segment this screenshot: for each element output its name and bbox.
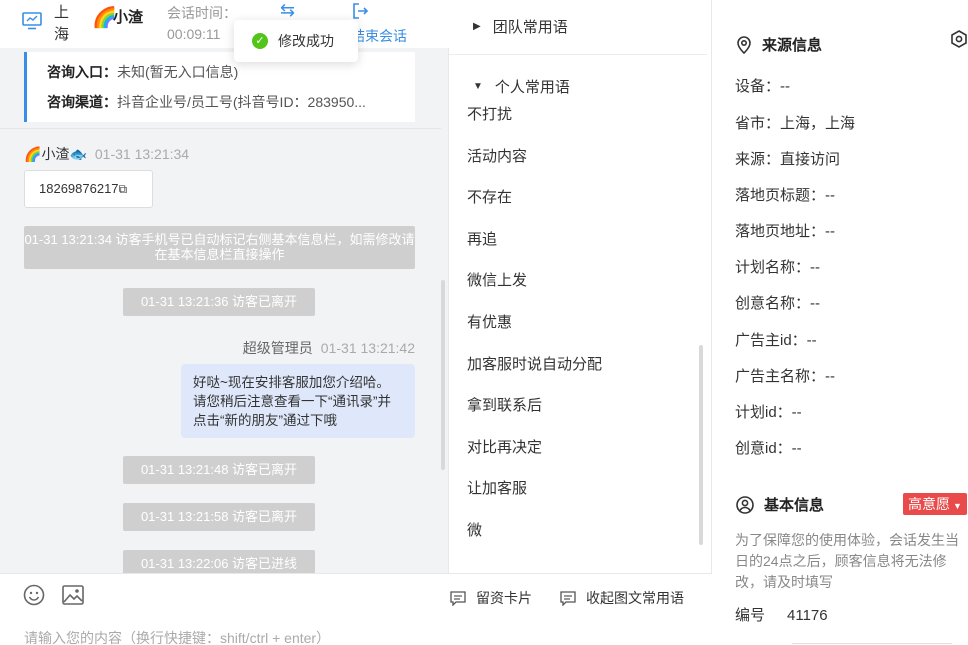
agent-name: 超级管理员: [242, 340, 313, 356]
landing-title-field: 落地页标题：--: [735, 187, 835, 204]
phone-message[interactable]: 18269876217⧉: [24, 170, 153, 208]
phrase-item[interactable]: 不打扰: [467, 103, 512, 124]
copy-icon[interactable]: ⧉: [119, 182, 128, 196]
visitor-name: 小渣: [113, 9, 144, 26]
basic-info-title: 基本信息: [764, 497, 825, 514]
caret-right-icon: ▶: [473, 21, 481, 32]
id-row: 编号 41176: [735, 604, 828, 625]
advertiser-id-field: 广告主id：--: [735, 332, 817, 349]
phrase-item[interactable]: 不存在: [467, 186, 512, 207]
rainbow-avatar-icon: 🌈: [24, 146, 42, 162]
plan-id-field: 计划id：--: [735, 404, 802, 421]
toast-message: 修改成功: [278, 33, 334, 49]
divider: [792, 643, 952, 644]
lead-card-button[interactable]: 留资卡片: [450, 588, 532, 608]
phrase-item[interactable]: 活动内容: [467, 145, 527, 166]
location-pin-icon: [737, 35, 751, 54]
edit-notice: 为了保障您的使用体验，会话发生当日的24点之后，顾客信息将无法修改，请及时填写: [735, 532, 959, 590]
landing-url-field: 落地页地址：--: [735, 223, 835, 240]
monitor-icon: [22, 12, 42, 30]
phrase-item[interactable]: 微信上发: [467, 269, 527, 290]
phrase-item[interactable]: 拿到联系后: [467, 394, 542, 415]
visitor-message-time: 01-31 13:21:34: [94, 146, 190, 162]
visitor-message-name: 小渣: [41, 146, 70, 162]
channel-label: 咨询渠道：: [47, 94, 117, 110]
phrase-item[interactable]: 微: [467, 519, 482, 540]
collapse-phrases-button[interactable]: 收起图文常用语: [560, 588, 684, 608]
source-info-header: 来源信息: [736, 34, 822, 55]
team-phrases-group[interactable]: ▶ 团队常用语: [473, 16, 568, 37]
event-message: 01-31 13:22:06 访客已进线: [123, 550, 315, 573]
entry-row: 咨询入口：未知(暂无入口信息): [47, 62, 238, 82]
personal-phrases-group[interactable]: ▼ 个人常用语: [473, 76, 570, 97]
event-message: 01-31 13:21:36 访客已离开: [123, 288, 315, 316]
system-notice: 01-31 13:21:34 访客手机号已自动标记右侧基本信息栏，如需修改请在基…: [24, 226, 415, 269]
intent-dropdown[interactable]: 高意愿 ▼: [903, 493, 967, 515]
plan-name-field: 计划名称：--: [735, 259, 820, 276]
phrase-item[interactable]: 有优惠: [467, 311, 512, 332]
agent-message-time: 01-31 13:21:42: [320, 340, 415, 356]
phrase-item[interactable]: 对比再决定: [467, 436, 542, 457]
message-list[interactable]: 🌈小渣🐟 01-31 13:21:34 18269876217⧉ 01-31 13…: [0, 130, 441, 573]
check-circle-icon: ✓: [252, 33, 268, 49]
lead-card-label: 留资卡片: [476, 590, 532, 606]
intent-value: 高意愿: [908, 496, 950, 512]
id-value: 41176: [787, 607, 828, 624]
visitor-message-meta: 🌈小渣🐟 01-31 13:21:34: [24, 144, 189, 164]
divider: [0, 128, 441, 129]
settings-icon[interactable]: [950, 30, 968, 48]
success-toast: ✓ 修改成功: [234, 20, 358, 62]
visitor-info-panel: 来源信息 设备：-- 省市：上海，上海 来源：直接访问 落地页标题：-- 落地页…: [712, 0, 968, 645]
agent-message: 好哒~现在安排客服加您介绍哈。请您稍后注意查看一下“通讯录”并点击“新的朋友”通…: [181, 364, 415, 438]
event-message: 01-31 13:21:58 访客已离开: [123, 503, 315, 531]
entry-value: 未知(暂无入口信息): [117, 64, 239, 80]
message-input-area: 留资卡片 收起图文常用语 请输入您的内容（换行快捷键：shift/ctrl + …: [0, 573, 712, 645]
user-circle-icon: [736, 495, 754, 514]
channel-value: 抖音企业号/员工号(抖音号ID：283950...: [117, 94, 366, 110]
caret-down-icon: ▼: [473, 81, 483, 92]
session-time: 00:09:11: [167, 26, 221, 42]
phone-number: 18269876217: [39, 181, 119, 196]
message-card-icon: [450, 590, 466, 606]
collapse-phrases-label: 收起图文常用语: [586, 590, 684, 606]
personal-phrases-label: 个人常用语: [494, 79, 570, 96]
phrases-scrollbar[interactable]: [699, 345, 703, 545]
message-input[interactable]: 请输入您的内容（换行快捷键：shift/ctrl + enter）: [24, 628, 330, 645]
emoji-icon[interactable]: [23, 584, 45, 606]
phrase-item[interactable]: 加客服时说自动分配: [467, 353, 602, 374]
phrase-item[interactable]: 让加客服: [467, 477, 527, 498]
phrases-panel: ▶ 团队常用语 ▼ 个人常用语 不打扰 活动内容 不存在 再追 微信上发 有优惠 加…: [449, 0, 712, 573]
event-message: 01-31 13:21:48 访客已离开: [123, 456, 315, 484]
chat-panel: 上海 🌈 小渣 会话时间： 00:09:11 ⇆ 结束会话 ✓ 修改成功 咨询入…: [0, 0, 449, 645]
phrase-item[interactable]: 再追: [467, 228, 497, 249]
creative-id-field: 创意id：--: [735, 440, 802, 457]
consult-info-card: 咨询入口：未知(暂无入口信息) 咨询渠道：抖音企业号/员工号(抖音号ID：283…: [24, 52, 415, 122]
basic-info-header: 基本信息: [736, 494, 824, 515]
caret-down-icon: ▼: [953, 501, 962, 511]
channel-row: 咨询渠道：抖音企业号/员工号(抖音号ID：283950...: [47, 92, 366, 112]
creative-name-field: 创意名称：--: [735, 295, 820, 312]
advertiser-name-field: 广告主名称：--: [735, 368, 835, 385]
province-field: 省市：上海，上海: [735, 115, 856, 132]
entry-label: 咨询入口：: [47, 64, 117, 80]
end-session-button[interactable]: 结束会话: [351, 26, 407, 46]
team-phrases-label: 团队常用语: [492, 19, 568, 36]
session-time-label: 会话时间：: [167, 5, 237, 21]
visitor-location: 上海: [54, 4, 70, 43]
logout-icon[interactable]: [351, 2, 369, 20]
source-info-title: 来源信息: [762, 37, 823, 54]
device-field: 设备：--: [735, 78, 790, 95]
divider: [449, 54, 707, 55]
fish-icon: 🐟: [69, 146, 87, 162]
agent-message-meta: 超级管理员 01-31 13:21:42: [243, 338, 415, 358]
chat-scrollbar[interactable]: [441, 280, 445, 470]
image-icon[interactable]: [62, 585, 84, 605]
transfer-icon[interactable]: ⇆: [280, 0, 295, 21]
source-field: 来源：直接访问: [735, 151, 841, 168]
id-label: 编号: [735, 607, 766, 624]
message-card-icon: [560, 590, 576, 606]
session-header: 上海 🌈 小渣 会话时间： 00:09:11 ⇆ 结束会话: [0, 0, 449, 48]
